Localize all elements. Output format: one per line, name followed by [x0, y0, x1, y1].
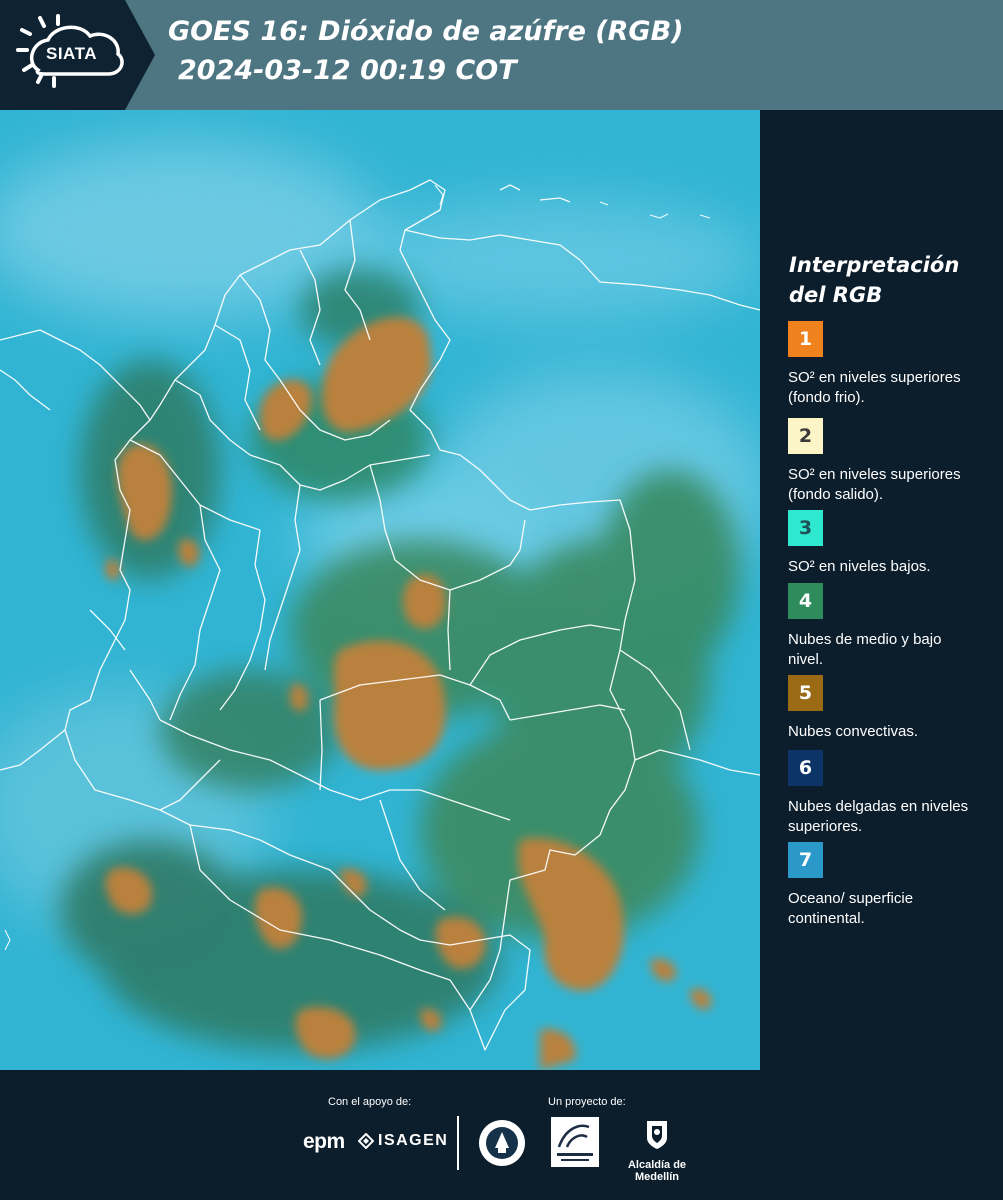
area-metropolitana-logo[interactable] [551, 1117, 599, 1167]
header: SIATA GOES 16: Dióxido de azúfre (RGB) 2… [0, 0, 1003, 110]
legend-swatch: 3 [788, 510, 823, 546]
footer-divider [457, 1116, 459, 1170]
medellin-seal-icon[interactable] [477, 1118, 527, 1168]
legend-swatch: 4 [788, 583, 823, 619]
legend-item-4: 4 Nubes de medio y bajo nivel. [788, 583, 988, 670]
satellite-map[interactable] [0, 110, 760, 1070]
legend-swatch: 5 [788, 675, 823, 711]
epm-logo[interactable]: epm [303, 1130, 345, 1154]
alcaldia-text: Alcaldía de Medellín [627, 1159, 687, 1183]
project-label: Un proyecto de: [548, 1096, 626, 1108]
brand-name: SIATA [46, 44, 97, 63]
legend-label: SO² en niveles superiores (fondo salido)… [788, 466, 961, 503]
legend-label: Oceano/ superficie continental. [788, 890, 914, 927]
legend-panel: Interpretación del RGB 1 SO² en niveles … [760, 110, 1003, 1070]
legend-swatch: 2 [788, 418, 823, 454]
legend-label: Nubes convectivas. [788, 723, 919, 740]
legend-item-1: 1 SO² en niveles superiores (fondo frio)… [788, 321, 988, 408]
legend-item-2: 2 SO² en niveles superiores (fondo salid… [788, 418, 988, 505]
legend-label: SO² en niveles superiores (fondo frio). [788, 369, 961, 406]
legend-title: Interpretación del RGB [789, 253, 960, 307]
goes-rgb-image [0, 110, 760, 1070]
isagen-logo[interactable]: ISAGEN [358, 1132, 448, 1150]
legend-label: Nubes delgadas en niveles superiores. [788, 798, 969, 835]
footer: Con el apoyo de: Un proyecto de: epm ISA… [0, 1070, 1003, 1200]
coat-of-arms-icon [647, 1121, 667, 1149]
page-title: GOES 16: Dióxido de azúfre (RGB) [168, 16, 684, 47]
alcaldia-medellin-logo[interactable]: Alcaldía de Medellín [612, 1118, 702, 1183]
legend-swatch: 1 [788, 321, 823, 357]
legend-item-7: 7 Oceano/ superficie continental. [788, 842, 988, 929]
legend-swatch: 6 [788, 750, 823, 786]
isagen-text: ISAGEN [378, 1132, 449, 1149]
timestamp: 2024-03-12 00:19 COT [178, 55, 517, 86]
siata-logo[interactable]: SIATA [0, 0, 155, 110]
legend-item-5: 5 Nubes convectivas. [788, 675, 988, 742]
legend-label: SO² en niveles bajos. [788, 558, 931, 575]
legend-item-3: 3 SO² en niveles bajos. [788, 510, 988, 577]
legend-label: Nubes de medio y bajo nivel. [788, 631, 942, 668]
area-metropolitana-icon [557, 1124, 593, 1161]
support-label: Con el apoyo de: [328, 1096, 412, 1108]
legend-item-6: 6 Nubes delgadas en niveles superiores. [788, 750, 988, 837]
legend-swatch: 7 [788, 842, 823, 878]
isagen-icon [358, 1133, 374, 1149]
